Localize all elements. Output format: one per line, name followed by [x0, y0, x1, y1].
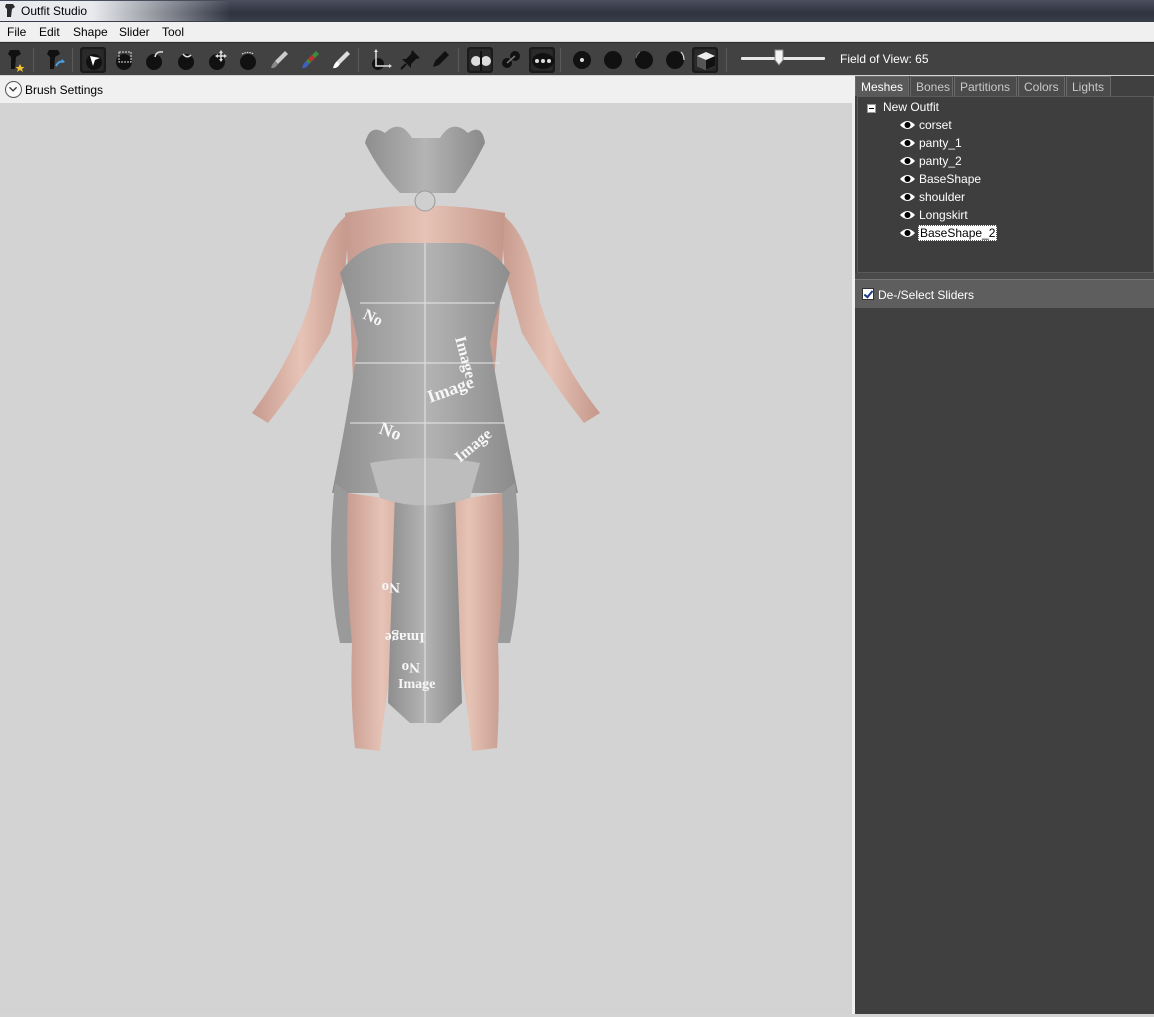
field-of-view-slider-thumb[interactable]: [774, 49, 784, 66]
cube-icon: [697, 52, 715, 70]
right-panel: Meshes Bones Partitions Colors Lights Ne…: [855, 76, 1154, 1014]
slider-list[interactable]: [855, 308, 1154, 1014]
inflate-brush-icon: [146, 51, 164, 70]
select-sliders-checkbox[interactable]: [862, 288, 874, 300]
connected-icon: [502, 51, 520, 68]
weight-brush-icon: [271, 51, 288, 69]
mask-tool-button[interactable]: [111, 47, 137, 73]
weight-brush-button[interactable]: [266, 47, 292, 73]
title-bar: Outfit Studio: [0, 0, 1154, 22]
color-brush-icon: [302, 51, 319, 69]
chevron-down-icon[interactable]: [5, 81, 22, 98]
global-brush-button[interactable]: [529, 47, 555, 73]
slider-header: De-/Select Sliders: [855, 279, 1154, 308]
eye-icon[interactable]: [899, 227, 916, 239]
mask-view-button[interactable]: [692, 47, 718, 73]
pivot-tool-button[interactable]: [397, 47, 423, 73]
deflate-tool-button[interactable]: [173, 47, 199, 73]
wireframe-icon: [604, 51, 622, 69]
tree-root-new-outfit[interactable]: New Outfit: [883, 100, 939, 114]
menu-file[interactable]: File: [7, 25, 26, 39]
smooth-brush-icon: [240, 51, 256, 70]
x-mirror-button[interactable]: [467, 47, 493, 73]
tab-meshes[interactable]: Meshes: [855, 76, 909, 96]
eye-icon[interactable]: [899, 119, 916, 131]
texture-text: No: [382, 579, 400, 595]
mesh-tree[interactable]: New Outfit corset panty_1 panty_2 BaseSh…: [857, 96, 1154, 273]
lighting-button[interactable]: [631, 47, 657, 73]
transform-axes-icon: [372, 49, 392, 70]
pencil-icon: [433, 51, 449, 67]
3d-viewport[interactable]: No Image No Image Image No Image No Imag…: [0, 103, 852, 1014]
points-icon: [573, 51, 591, 69]
alpha-brush-button[interactable]: [328, 47, 354, 73]
mesh-name[interactable]: panty_2: [918, 154, 963, 168]
texture-text: Image: [398, 677, 435, 692]
select-sliders-label[interactable]: De-/Select Sliders: [878, 288, 974, 302]
light-sphere-icon: [635, 51, 653, 69]
texture-sphere-icon: [666, 51, 685, 69]
tab-partitions[interactable]: Partitions: [954, 76, 1017, 96]
global-points-icon: [532, 53, 554, 69]
select-arrow-icon: [86, 54, 102, 70]
collapse-toggle-icon[interactable]: [867, 104, 876, 113]
load-project-icon: [47, 50, 65, 69]
move-brush-icon: [209, 50, 227, 70]
mesh-name[interactable]: panty_1: [918, 136, 963, 150]
smooth-tool-button[interactable]: [235, 47, 261, 73]
toolbar: [0, 42, 1154, 75]
panel-tabs: Meshes Bones Partitions Colors Lights: [855, 76, 1154, 96]
load-project-button[interactable]: [42, 47, 68, 73]
menu-bar: File Edit Shape Slider Tool: [0, 22, 1154, 42]
window-title: Outfit Studio: [21, 4, 88, 18]
menu-shape[interactable]: Shape: [73, 25, 108, 39]
mirror-icon: [471, 51, 491, 71]
new-project-button[interactable]: [3, 47, 29, 73]
wireframe-button[interactable]: [600, 47, 626, 73]
texture-button[interactable]: [662, 47, 688, 73]
mesh-name-selected[interactable]: BaseShape_2: [918, 225, 998, 241]
tab-colors[interactable]: Colors: [1018, 76, 1065, 96]
eye-icon[interactable]: [899, 173, 916, 185]
tab-bones[interactable]: Bones: [910, 76, 953, 96]
mesh-name[interactable]: Longskirt: [918, 208, 969, 222]
eye-icon[interactable]: [899, 155, 916, 167]
connected-only-button[interactable]: [498, 47, 524, 73]
new-project-icon: [8, 50, 25, 72]
mesh-name[interactable]: BaseShape: [918, 172, 982, 186]
mask-brush-icon: [116, 51, 132, 70]
eye-icon[interactable]: [899, 191, 916, 203]
app-logo-icon: [5, 4, 15, 17]
menu-slider[interactable]: Slider: [119, 25, 150, 39]
pin-icon: [400, 50, 420, 70]
select-tool-button[interactable]: [80, 47, 106, 73]
show-points-button[interactable]: [569, 47, 595, 73]
outfit-model-render: No Image No Image Image No Image No Imag…: [252, 126, 600, 751]
mesh-name[interactable]: shoulder: [918, 190, 966, 204]
tab-lights[interactable]: Lights: [1066, 76, 1111, 96]
inflate-tool-button[interactable]: [142, 47, 168, 73]
eye-icon[interactable]: [899, 137, 916, 149]
eye-icon[interactable]: [899, 209, 916, 221]
brush-settings-bar[interactable]: Brush Settings: [0, 76, 852, 103]
transform-tool-button[interactable]: [367, 47, 393, 73]
field-of-view-label: Field of View: 65: [840, 52, 929, 66]
vertex-edit-button[interactable]: [428, 47, 454, 73]
color-brush-button[interactable]: [297, 47, 323, 73]
move-tool-button[interactable]: [204, 47, 230, 73]
texture-text: No: [402, 659, 420, 675]
deflate-brush-icon: [178, 53, 194, 70]
brush-settings-label[interactable]: Brush Settings: [25, 83, 103, 97]
alpha-brush-icon: [333, 51, 350, 69]
menu-edit[interactable]: Edit: [39, 25, 60, 39]
mesh-name[interactable]: corset: [918, 118, 953, 132]
menu-tool[interactable]: Tool: [162, 25, 184, 39]
texture-text: Image: [385, 629, 425, 645]
